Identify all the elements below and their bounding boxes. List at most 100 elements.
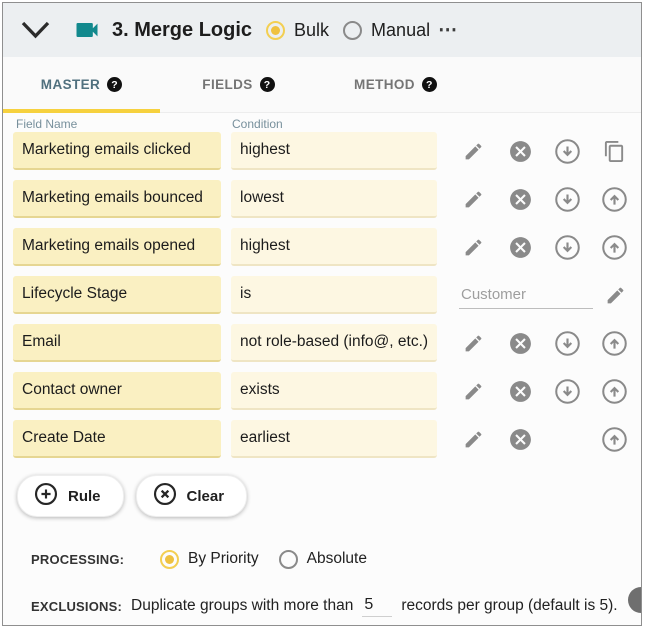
- rule-row: [13, 372, 641, 410]
- help-icon[interactable]: ?: [421, 77, 437, 92]
- remove-icon[interactable]: [506, 329, 534, 357]
- move-up-icon[interactable]: [601, 425, 629, 453]
- condition-input[interactable]: [231, 180, 437, 218]
- exclusions-text-after: records per group (default is 5).: [401, 597, 618, 614]
- chevron-down-icon[interactable]: [19, 20, 52, 40]
- action-buttons: Rule Clear: [17, 475, 641, 517]
- row-actions: [459, 425, 629, 453]
- field-name-input[interactable]: [13, 132, 221, 170]
- edit-icon[interactable]: [459, 137, 487, 165]
- move-down-icon[interactable]: [554, 185, 582, 213]
- condition-input[interactable]: [231, 324, 437, 362]
- field-name-column-header: Field Name: [16, 117, 78, 131]
- row-actions: [459, 233, 629, 261]
- field-name-input[interactable]: [13, 420, 221, 458]
- clear-circle-icon: [152, 481, 178, 511]
- page-title: 3. Merge Logic: [112, 18, 253, 41]
- mode-option-label: Manual: [371, 19, 431, 40]
- mode-radio-group: Bulk Manual: [266, 20, 430, 41]
- row-actions: [459, 185, 629, 213]
- duplicate-icon[interactable]: [601, 137, 629, 165]
- condition-input[interactable]: [231, 420, 437, 458]
- field-name-input[interactable]: [13, 180, 221, 218]
- field-name-input[interactable]: [13, 276, 221, 314]
- row-actions: [459, 377, 629, 405]
- help-icon[interactable]: ?: [259, 77, 275, 92]
- field-name-input[interactable]: [13, 372, 221, 410]
- radio-unselected-icon[interactable]: [343, 20, 363, 40]
- condition-input[interactable]: [231, 228, 437, 266]
- rules-content: Field Name Condition Rule Clear PROCESSI…: [3, 113, 641, 618]
- processing-option-label: By Priority: [188, 550, 259, 567]
- field-name-input[interactable]: [13, 228, 221, 266]
- edit-icon[interactable]: [459, 233, 487, 261]
- processing-radio-group: By Priority Absolute: [160, 549, 367, 569]
- tab-bar: MASTER? FIELDS? METHOD?: [3, 57, 641, 113]
- mode-option-bulk[interactable]: Bulk: [266, 20, 329, 41]
- exclusions-label: EXCLUSIONS:: [31, 598, 123, 614]
- move-down-icon[interactable]: [554, 137, 582, 165]
- rule-row: [13, 420, 641, 458]
- rule-row: [13, 228, 641, 266]
- mode-option-manual[interactable]: Manual: [343, 20, 430, 41]
- tab-master[interactable]: MASTER?: [3, 57, 160, 113]
- tab-method[interactable]: METHOD?: [317, 57, 474, 112]
- rule-row: [13, 180, 641, 218]
- column-headers: Field Name Condition: [13, 116, 641, 132]
- remove-icon[interactable]: [506, 377, 534, 405]
- edit-icon[interactable]: [459, 329, 487, 357]
- radio-selected-icon[interactable]: [160, 549, 179, 569]
- add-rule-button[interactable]: Rule: [17, 475, 124, 517]
- condition-value-input[interactable]: [459, 281, 593, 309]
- rule-rows: [13, 132, 641, 458]
- row-actions: [459, 281, 629, 309]
- exclusions-count-input[interactable]: [362, 595, 393, 617]
- add-rule-label: Rule: [68, 487, 101, 505]
- move-up-icon[interactable]: [601, 233, 629, 261]
- move-up-icon[interactable]: [601, 185, 629, 213]
- edit-icon[interactable]: [601, 281, 629, 309]
- move-down-icon[interactable]: [554, 329, 582, 357]
- row-actions: [459, 329, 629, 357]
- rule-row: [13, 276, 641, 314]
- field-name-input[interactable]: [13, 324, 221, 362]
- exclusions-section: EXCLUSIONS: Duplicate groups with more t…: [13, 594, 641, 618]
- tab-label: METHOD: [354, 77, 415, 92]
- processing-option-label: Absolute: [306, 550, 367, 567]
- processing-label: PROCESSING:: [31, 551, 125, 567]
- condition-input[interactable]: [231, 132, 437, 170]
- remove-icon[interactable]: [506, 137, 534, 165]
- edit-icon[interactable]: [459, 377, 487, 405]
- move-down-icon[interactable]: [554, 377, 582, 405]
- remove-icon[interactable]: [506, 185, 534, 213]
- panel-header: 3. Merge Logic Bulk Manual ⋯: [3, 3, 641, 57]
- remove-icon[interactable]: [506, 425, 534, 453]
- tab-label: FIELDS: [202, 77, 253, 92]
- videocam-icon: [72, 16, 102, 44]
- exclusions-text-before: Duplicate groups with more than: [131, 597, 354, 614]
- condition-input[interactable]: [231, 276, 437, 314]
- help-icon[interactable]: ?: [107, 77, 123, 92]
- processing-option-absolute[interactable]: Absolute: [278, 549, 367, 569]
- remove-icon[interactable]: [506, 233, 534, 261]
- mode-option-label: Bulk: [294, 19, 330, 40]
- rule-row: [13, 132, 641, 170]
- processing-option-by-priority[interactable]: By Priority: [160, 549, 259, 569]
- clear-button[interactable]: Clear: [135, 475, 248, 517]
- empty-action-slot: [554, 425, 582, 453]
- radio-unselected-icon[interactable]: [278, 549, 298, 569]
- edit-icon[interactable]: [459, 185, 487, 213]
- more-options-icon[interactable]: ⋯: [438, 21, 458, 40]
- clear-label: Clear: [186, 487, 225, 505]
- processing-section: PROCESSING: By Priority Absolute: [13, 548, 641, 570]
- edit-icon[interactable]: [459, 425, 487, 453]
- row-actions: [459, 137, 629, 165]
- radio-selected-icon[interactable]: [266, 20, 286, 40]
- condition-input[interactable]: [231, 372, 437, 410]
- move-up-icon[interactable]: [601, 329, 629, 357]
- merge-logic-panel: 3. Merge Logic Bulk Manual ⋯ MASTER? FIELD…: [2, 2, 642, 626]
- tab-fields[interactable]: FIELDS?: [160, 57, 317, 112]
- tab-label: MASTER: [40, 77, 101, 92]
- move-down-icon[interactable]: [554, 233, 582, 261]
- move-up-icon[interactable]: [601, 377, 629, 405]
